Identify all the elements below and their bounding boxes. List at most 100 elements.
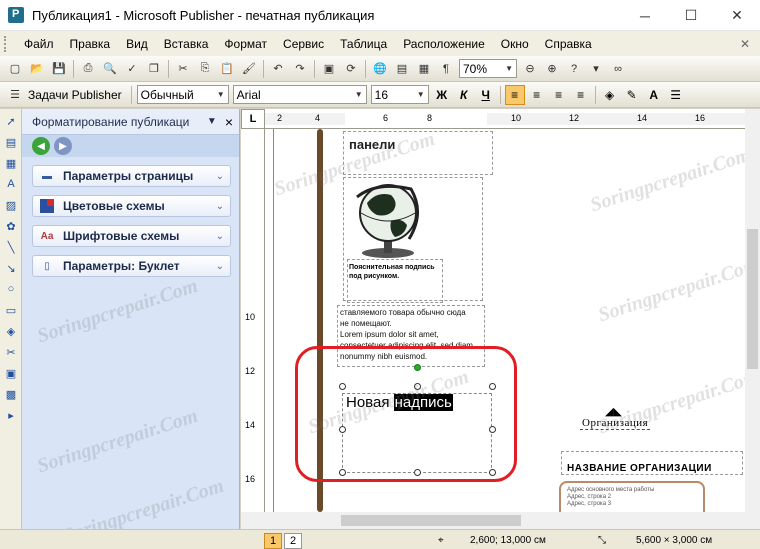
picture-icon[interactable]: ▨ [2,196,20,214]
paste-icon[interactable]: 📋 [217,59,237,79]
text-box-icon[interactable]: ▤ [2,133,20,151]
cut-icon[interactable]: ✂ [173,59,193,79]
toolbar-grip[interactable] [4,35,8,52]
paragraph-icon[interactable]: ¶ [436,59,456,79]
font-size-select[interactable]: 16 ▼ [370,85,429,104]
print-icon[interactable]: ⎙ [78,59,98,79]
bold-button[interactable]: Ж [432,85,452,105]
format-painter-icon[interactable]: 🖌 [239,59,259,79]
vertical-ruler[interactable]: 10 12 14 16 [241,129,265,512]
oval-icon[interactable]: ○ [2,280,20,298]
vertical-scrollbar[interactable] [745,109,760,512]
arrow-icon[interactable]: ↘ [2,259,20,277]
publication-canvas[interactable]: панели Пояснительная подпись под рисунко… [265,129,745,512]
page-1-button[interactable]: 1 [264,533,282,549]
fill-color-icon[interactable]: ◈ [600,85,620,105]
ruler-corner[interactable]: L [241,109,265,129]
design-gallery-icon[interactable]: ▩ [2,385,20,403]
task-pane: Форматирование публикаци ▼ × ◀ ▶ ▬ Парам… [22,109,240,530]
line-style-icon[interactable]: ☰ [666,85,686,105]
size-icon: ⤡ [598,535,606,546]
page-2-button[interactable]: 2 [284,533,302,549]
spelling-icon[interactable]: ✓ [122,59,142,79]
horizontal-scroll-thumb[interactable] [341,515,521,526]
save-icon[interactable]: 💾 [49,59,69,79]
justify-icon[interactable]: ≡ [571,85,591,105]
zoom-in-icon[interactable]: ⊕ [542,59,562,79]
task-pane-close-icon[interactable]: × [225,114,233,130]
menu-format[interactable]: Формат [216,37,275,51]
hot-spot-icon[interactable]: ✂ [2,343,20,361]
redo-icon[interactable]: ↷ [290,59,310,79]
zoom-out-icon[interactable]: ⊖ [520,59,540,79]
menu-insert[interactable]: Вставка [156,37,217,51]
organization-address-box[interactable]: Адрес основного места работы Адрес, стро… [559,481,705,512]
globe-clipart-image[interactable] [347,177,429,259]
style-select[interactable]: Обычный ▼ [136,85,229,104]
form-control-icon[interactable]: ▣ [2,364,20,382]
hyperlink-icon[interactable]: 🌐 [370,59,390,79]
line-color-icon[interactable]: ✎ [622,85,642,105]
minimize-button[interactable]: ─ [622,0,668,31]
font-select[interactable]: Arial ▼ [232,85,367,104]
print-preview-icon[interactable]: 🔍 [100,59,120,79]
publisher-tasks-button[interactable]: Задачи Publisher [28,88,122,102]
back-icon[interactable]: ◀ [32,137,50,155]
task-item-brochure-options[interactable]: ▯ Параметры: Буклет ⌄ [32,255,231,277]
undo-icon[interactable]: ↶ [268,59,288,79]
select-arrow-icon[interactable]: ➚ [2,112,20,130]
tasks-icon[interactable]: ☰ [5,85,25,105]
copy-icon[interactable]: ⎘ [195,59,215,79]
link-icon[interactable]: ∞ [608,59,628,79]
vertical-scroll-thumb[interactable] [747,229,758,369]
menu-table[interactable]: Таблица [332,37,395,51]
clip-art-icon[interactable]: ✿ [2,217,20,235]
menu-file[interactable]: Файл [16,37,62,51]
italic-button[interactable]: К [454,85,474,105]
organization-name-small[interactable]: Организация [580,417,651,430]
font-color-icon[interactable]: A [644,85,664,105]
organization-name-heading[interactable]: НАЗВАНИЕ ОРГАНИЗАЦИИ [567,463,712,474]
color-schemes-icon [39,198,55,214]
open-icon[interactable]: 📂 [27,59,47,79]
rotate-icon[interactable]: ⟳ [341,59,361,79]
menu-window[interactable]: Окно [493,37,537,51]
horizontal-scrollbar[interactable] [241,512,760,529]
menu-view[interactable]: Вид [118,37,156,51]
menu-tools[interactable]: Сервис [275,37,332,51]
more-objects-icon[interactable]: ▸ [2,406,20,424]
task-item-font-schemes[interactable]: Aa Шрифтовые схемы ⌄ [32,225,231,247]
underline-button[interactable]: Ч [476,85,496,105]
maximize-button[interactable]: ☐ [668,0,714,31]
zoom-select[interactable]: 70% ▼ [459,59,517,78]
help-icon[interactable]: ? [564,59,584,79]
task-pane-dropdown-icon[interactable]: ▼ [207,116,217,127]
menu-arrange[interactable]: Расположение [395,37,493,51]
menu-edit[interactable]: Правка [62,37,119,51]
task-item-color-schemes[interactable]: Цветовые схемы ⌄ [32,195,231,217]
publisher-app-icon [8,7,24,23]
wordart-icon[interactable]: A [2,175,20,193]
insert-table-icon[interactable]: ▦ [2,154,20,172]
close-button[interactable]: ✕ [714,0,760,31]
panel-heading[interactable]: панели [349,137,395,152]
line-icon[interactable]: ╲ [2,238,20,256]
new-icon[interactable]: ▢ [5,59,25,79]
bring-forward-icon[interactable]: ▣ [319,59,339,79]
toolbar-options-icon[interactable]: ▾ [586,59,606,79]
standard-toolbar: ▢ 📂 💾 ⎙ 🔍 ✓ ❐ ✂ ⎘ 📋 🖌 ↶ ↷ ▣ ⟳ 🌐 ▤ ▦ ¶ 70… [0,56,760,82]
align-center-icon[interactable]: ≡ [527,85,547,105]
align-left-icon[interactable]: ≡ [504,84,525,105]
task-item-page-options[interactable]: ▬ Параметры страницы ⌄ [32,165,231,187]
autoshapes-icon[interactable]: ◈ [2,322,20,340]
align-right-icon[interactable]: ≡ [549,85,569,105]
rectangle-icon[interactable]: ▭ [2,301,20,319]
horizontal-ruler[interactable]: 2 4 6 8 10 12 14 16 [265,109,745,129]
picture-caption[interactable]: Пояснительная подпись под рисунком. [349,263,441,281]
close-document-icon[interactable]: ✕ [740,37,750,51]
forward-icon[interactable]: ▶ [54,137,72,155]
table-icon[interactable]: ▦ [414,59,434,79]
columns-icon[interactable]: ▤ [392,59,412,79]
research-icon[interactable]: ❐ [144,59,164,79]
menu-help[interactable]: Справка [537,37,600,51]
